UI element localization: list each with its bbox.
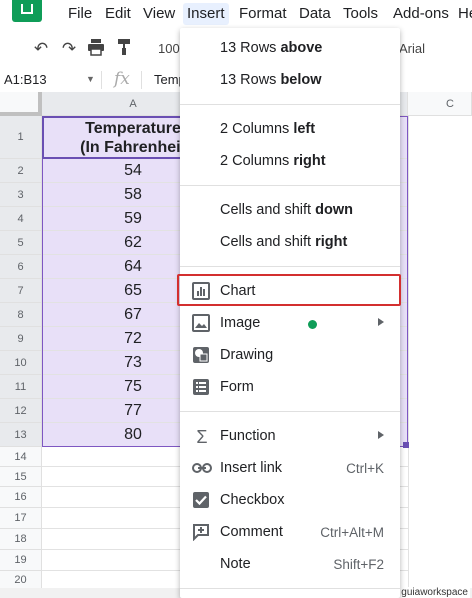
font-select[interactable]: Arial: [399, 41, 425, 56]
insert-form[interactable]: Form: [180, 372, 400, 404]
menu-data[interactable]: Data: [299, 5, 331, 23]
shortcut-label: Ctrl+K: [346, 461, 384, 476]
new-indicator-dot: [308, 320, 317, 329]
column-divider: [408, 116, 409, 590]
row-header[interactable]: 2: [0, 159, 42, 183]
zoom-select[interactable]: 100: [158, 41, 180, 56]
menu-divider: [180, 411, 400, 412]
row-header[interactable]: 1: [0, 116, 42, 159]
row-header[interactable]: 19: [0, 550, 42, 571]
insert-columns-left[interactable]: 2 Columns left: [180, 114, 400, 146]
fx-icon: fx: [114, 69, 130, 89]
chevron-down-icon[interactable]: ▼: [86, 74, 95, 84]
insert-columns-right[interactable]: 2 Columns right: [180, 146, 400, 178]
insert-function[interactable]: Σ Function: [180, 421, 400, 453]
divider: [141, 71, 142, 89]
menu-divider: [180, 266, 400, 267]
divider: [101, 71, 102, 89]
insert-menu: 13 Rows above 13 Rows below 2 Columns le…: [177, 28, 401, 598]
print-icon[interactable]: [85, 38, 107, 60]
row-header[interactable]: 18: [0, 529, 42, 550]
menu-insert[interactable]: Insert: [183, 3, 229, 25]
drawing-icon: [192, 346, 212, 366]
row-header[interactable]: 7: [0, 279, 42, 303]
insert-rows-above[interactable]: 13 Rows above: [180, 33, 400, 65]
active-cell-border: [42, 116, 192, 159]
name-box[interactable]: A1:B13: [4, 72, 47, 87]
sigma-icon: Σ: [196, 427, 208, 447]
redo-icon[interactable]: ↷: [58, 38, 80, 60]
menu-help[interactable]: He: [458, 5, 472, 23]
insert-link[interactable]: Insert link Ctrl+K: [180, 453, 400, 485]
insert-cells-shift-right[interactable]: Cells and shift right: [180, 227, 400, 259]
row-header[interactable]: 12: [0, 399, 42, 423]
menu-addons[interactable]: Add-ons: [393, 5, 449, 23]
row-header[interactable]: 10: [0, 351, 42, 375]
image-icon: [192, 314, 212, 334]
row-header[interactable]: 16: [0, 487, 42, 508]
insert-drawing[interactable]: Drawing: [180, 340, 400, 372]
add-comment-icon: [192, 523, 212, 543]
row-header[interactable]: 15: [0, 467, 42, 487]
row-header[interactable]: 8: [0, 303, 42, 327]
menu-bar: File Edit View Insert Format Data Tools …: [0, 0, 472, 28]
menu-divider: [180, 588, 400, 589]
menu-divider: [180, 185, 400, 186]
chart-highlight-box: [177, 274, 401, 306]
row-header[interactable]: 3: [0, 183, 42, 207]
insert-comment[interactable]: Comment Ctrl+Alt+M: [180, 517, 400, 549]
menu-file[interactable]: File: [68, 5, 92, 23]
sheets-logo-icon[interactable]: [12, 0, 42, 22]
paint-format-icon[interactable]: [113, 38, 135, 60]
insert-cells-shift-down[interactable]: Cells and shift down: [180, 195, 400, 227]
menu-divider: [180, 104, 400, 105]
undo-icon[interactable]: ↶: [30, 38, 52, 60]
row-header[interactable]: 5: [0, 231, 42, 255]
row-header[interactable]: 4: [0, 207, 42, 231]
row-header[interactable]: 17: [0, 508, 42, 529]
column-header-c[interactable]: C: [408, 92, 472, 116]
checkbox-icon: [192, 491, 212, 511]
menu-view[interactable]: View: [143, 5, 175, 23]
row-header[interactable]: 6: [0, 255, 42, 279]
menu-edit[interactable]: Edit: [105, 5, 131, 23]
insert-rows-below[interactable]: 13 Rows below: [180, 65, 400, 97]
shortcut-label: Ctrl+Alt+M: [320, 525, 384, 540]
row-header[interactable]: 9: [0, 327, 42, 351]
link-icon: [192, 459, 212, 479]
insert-image[interactable]: Image: [180, 308, 400, 340]
row-header[interactable]: 13: [0, 423, 42, 447]
row-header[interactable]: 11: [0, 375, 42, 399]
fill-handle[interactable]: [403, 442, 409, 448]
menu-format[interactable]: Format: [239, 5, 287, 23]
insert-note[interactable]: Note Shift+F2: [180, 549, 400, 581]
insert-checkbox[interactable]: Checkbox: [180, 485, 400, 517]
form-icon: [192, 378, 212, 398]
row-header[interactable]: 14: [0, 447, 42, 467]
submenu-arrow-icon: [378, 318, 384, 326]
shortcut-label: Shift+F2: [333, 557, 384, 572]
menu-tools[interactable]: Tools: [343, 5, 378, 23]
watermark: guiaworkspace: [399, 587, 470, 598]
select-all-corner[interactable]: [0, 92, 42, 116]
submenu-arrow-icon: [378, 431, 384, 439]
